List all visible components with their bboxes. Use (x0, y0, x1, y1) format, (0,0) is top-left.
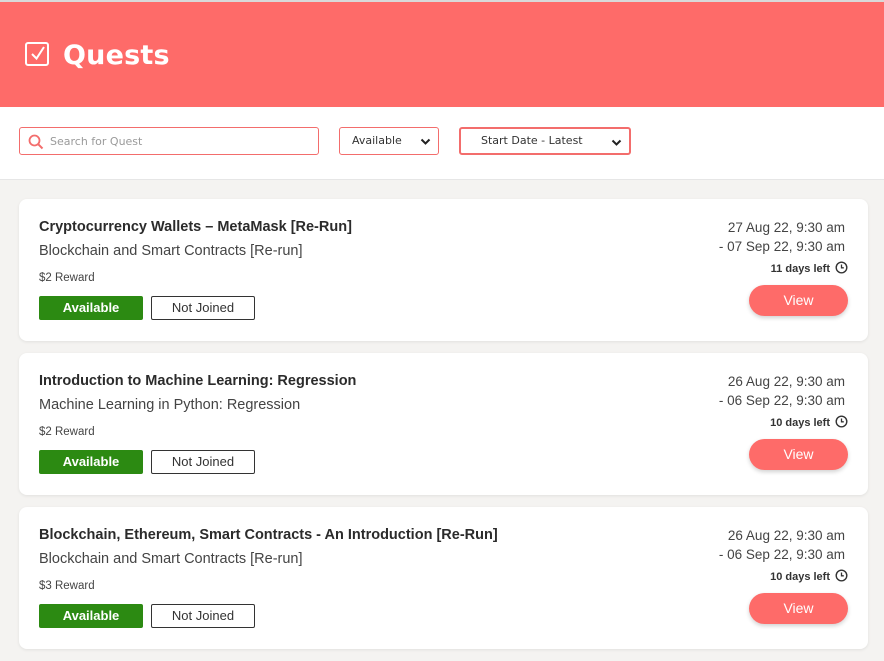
quest-end-date: - 06 Sep 22, 9:30 am (718, 393, 845, 408)
quest-title: Introduction to Machine Learning: Regres… (39, 373, 357, 389)
view-button[interactable]: View (749, 439, 848, 470)
days-left-label: 10 days left (770, 571, 830, 583)
status-badge: Available (39, 296, 143, 320)
status-select[interactable]: Available (339, 127, 439, 155)
quest-end-date: - 07 Sep 22, 9:30 am (718, 239, 845, 254)
quest-start-date: 27 Aug 22, 9:30 am (727, 220, 845, 235)
checkbox-icon (25, 42, 49, 66)
days-left: 10 days left (770, 415, 848, 431)
page-header: Quests (0, 0, 884, 107)
quest-reward: $2 Reward (39, 426, 95, 438)
quest-card: Cryptocurrency Wallets – MetaMask [Re-Ru… (19, 199, 868, 341)
joined-badge: Not Joined (151, 604, 255, 628)
days-left: 10 days left (770, 569, 848, 585)
quest-course: Blockchain and Smart Contracts [Re-run] (39, 551, 303, 567)
chevron-down-icon (420, 136, 431, 150)
filter-bar: Available Start Date - Latest (0, 107, 884, 180)
view-button[interactable]: View (749, 285, 848, 316)
view-button[interactable]: View (749, 593, 848, 624)
search-input[interactable] (50, 131, 310, 151)
quest-course: Blockchain and Smart Contracts [Re-run] (39, 243, 303, 259)
quest-card: Introduction to Machine Learning: Regres… (19, 353, 868, 495)
clock-icon (835, 415, 848, 431)
days-left-label: 11 days left (770, 263, 830, 275)
search-icon (28, 134, 44, 154)
quest-course: Machine Learning in Python: Regression (39, 397, 301, 413)
clock-icon (835, 569, 848, 585)
joined-badge: Not Joined (151, 450, 255, 474)
clock-icon (835, 261, 848, 277)
days-left-label: 10 days left (770, 417, 830, 429)
quest-start-date: 26 Aug 22, 9:30 am (727, 374, 845, 389)
search-box[interactable] (19, 127, 319, 155)
quest-title: Cryptocurrency Wallets – MetaMask [Re-Ru… (39, 219, 352, 235)
chevron-down-icon (611, 137, 622, 151)
quest-title: Blockchain, Ethereum, Smart Contracts - … (39, 527, 498, 543)
status-badge: Available (39, 450, 143, 474)
days-left: 11 days left (771, 261, 848, 277)
sort-select[interactable]: Start Date - Latest (459, 127, 631, 155)
quest-end-date: - 06 Sep 22, 9:30 am (718, 547, 845, 562)
page-title: Quests (63, 40, 170, 71)
status-select-value: Available (352, 134, 402, 147)
quest-card: Blockchain, Ethereum, Smart Contracts - … (19, 507, 868, 649)
joined-badge: Not Joined (151, 296, 255, 320)
sort-select-value: Start Date - Latest (481, 134, 583, 147)
quest-reward: $2 Reward (39, 272, 95, 284)
status-badge: Available (39, 604, 143, 628)
quest-reward: $3 Reward (39, 580, 95, 592)
quest-start-date: 26 Aug 22, 9:30 am (727, 528, 845, 543)
